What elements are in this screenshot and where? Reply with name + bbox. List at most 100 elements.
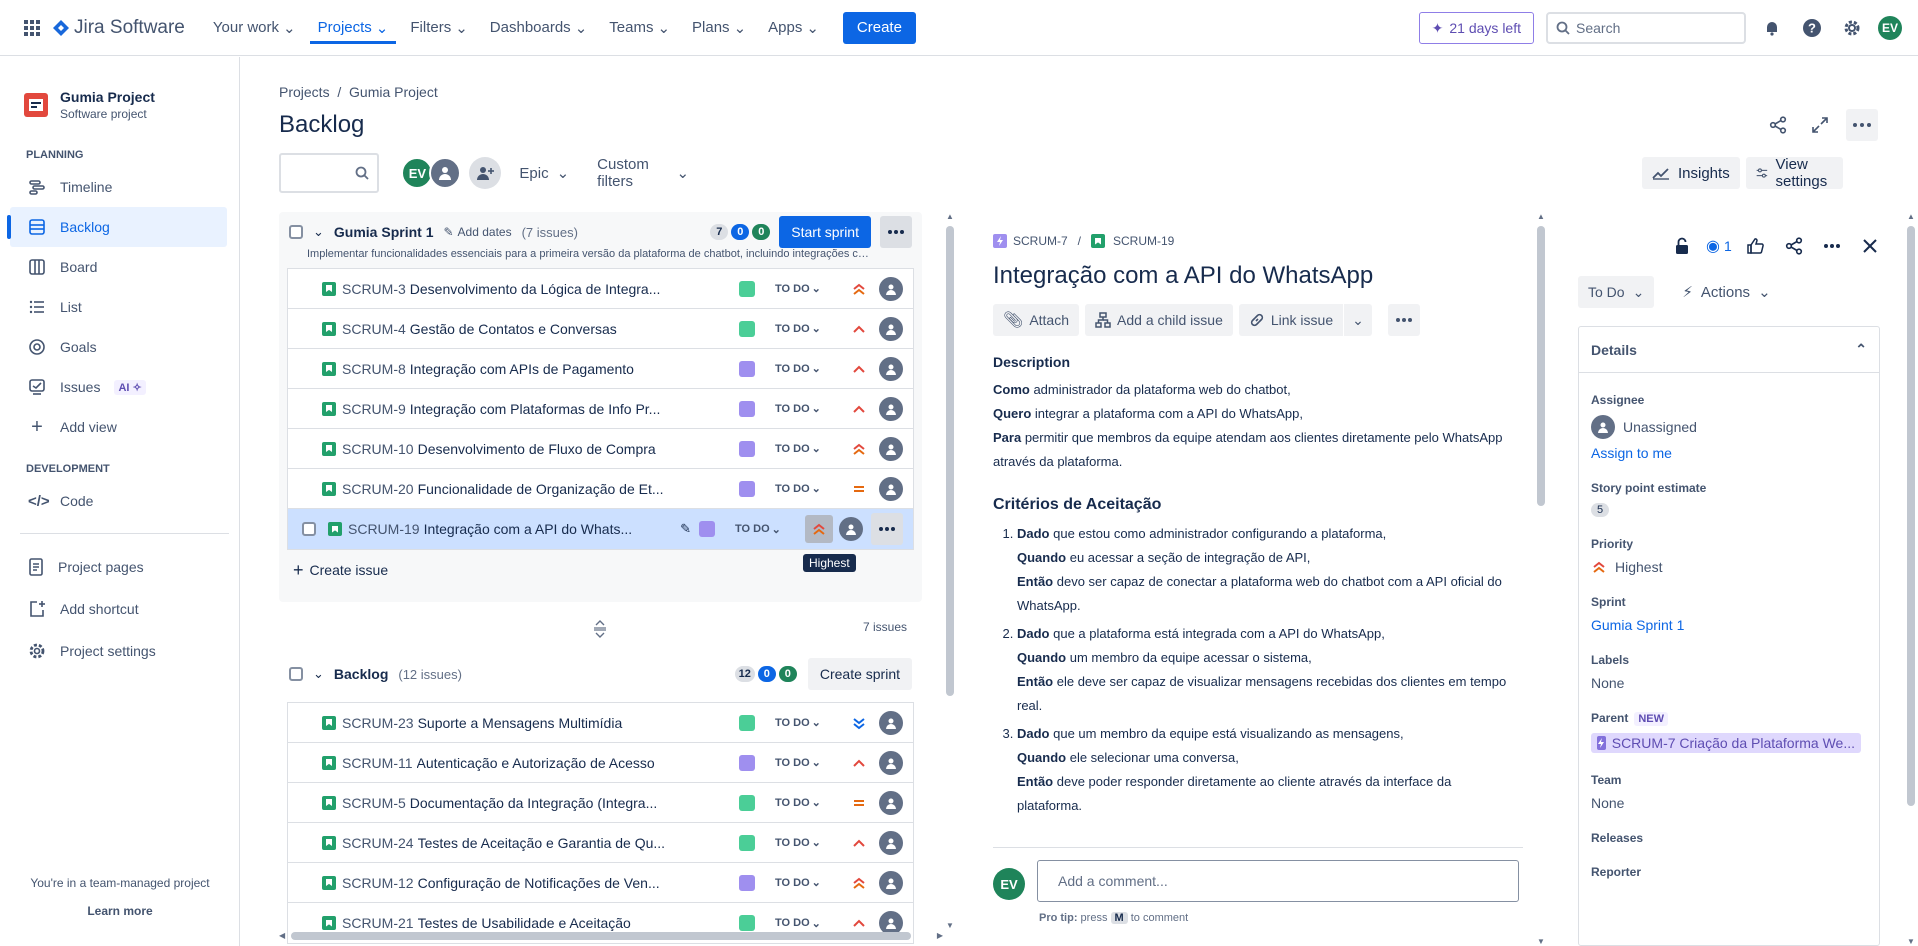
issue-key[interactable]: SCRUM-4 (342, 321, 406, 337)
scrollbar-thumb[interactable] (1537, 226, 1545, 506)
epic-filter-dropdown[interactable]: Epic ⌄ (509, 157, 579, 189)
issue-key[interactable]: SCRUM-21 (342, 915, 414, 931)
status-dropdown[interactable]: To Do ⌄ (1578, 276, 1655, 308)
issue-row[interactable]: SCRUM-9 Integração com Plataformas de Inf… (288, 389, 913, 429)
expand-icon[interactable] (1804, 109, 1836, 141)
issue-summary[interactable]: Integração com Plataformas de Info Pr... (410, 401, 731, 417)
issue-summary[interactable]: Integração com a API do Whats... (424, 521, 673, 537)
epic-color-swatch[interactable] (739, 714, 755, 731)
status-dropdown[interactable]: TO DO ⌄ (775, 836, 835, 850)
app-switcher-icon[interactable] (16, 12, 48, 44)
actions-dropdown[interactable]: ⚡︎ Actions ⌄ (1672, 276, 1780, 308)
issue-key[interactable]: SCRUM-20 (342, 481, 414, 497)
unassigned-avatar[interactable] (879, 356, 903, 381)
details-header[interactable]: Details ⌃ (1579, 327, 1879, 373)
assignee-value[interactable]: Unassigned (1591, 415, 1867, 439)
sidebar-item-timeline[interactable]: Timeline (0, 167, 239, 207)
priority-medium-high-icon[interactable] (845, 749, 873, 777)
status-dropdown[interactable]: TO DO ⌄ (775, 756, 835, 770)
priority-low-icon[interactable] (845, 709, 873, 737)
trial-button[interactable]: ✦ 21 days left (1418, 12, 1534, 44)
priority-value[interactable]: Highest (1591, 559, 1867, 575)
issue-key[interactable]: SCRUM-3 (342, 281, 406, 297)
resize-handle-icon[interactable] (593, 620, 607, 638)
issue-key[interactable]: SCRUM-11 (342, 755, 413, 771)
epic-color-swatch[interactable] (739, 360, 755, 377)
close-icon[interactable] (1856, 232, 1884, 260)
unassigned-avatar[interactable] (879, 476, 903, 501)
details-vertical-scrollbar[interactable]: ▲ ▼ (1904, 212, 1918, 946)
issue-key[interactable]: SCRUM-23 (342, 715, 414, 731)
epic-color-swatch[interactable] (739, 754, 755, 771)
lock-icon[interactable] (1668, 232, 1696, 260)
issue-title[interactable]: Integração com a API do WhatsApp (993, 262, 1513, 290)
issue-key[interactable]: SCRUM-19 (348, 521, 420, 537)
nav-teams[interactable]: Teams ⌄ (601, 12, 678, 44)
priority-medium-icon[interactable] (845, 475, 873, 503)
priority-medium-high-icon[interactable] (845, 355, 873, 383)
epic-color-swatch[interactable] (739, 834, 755, 851)
issue-row[interactable]: SCRUM-20 Funcionalidade de Organização de… (288, 469, 913, 509)
epic-color-swatch[interactable] (739, 280, 755, 297)
sprint-more-icon[interactable] (880, 216, 912, 248)
notifications-icon[interactable] (1758, 14, 1786, 42)
edit-pencil-icon[interactable]: ✎ (680, 521, 691, 537)
parent-value[interactable]: SCRUM-7 Criação da Plataforma We... (1591, 733, 1867, 753)
priority-high-icon[interactable] (845, 435, 873, 463)
search-input[interactable]: Search (1546, 12, 1746, 44)
priority-medium-icon[interactable] (845, 789, 873, 817)
share-icon[interactable] (1762, 109, 1794, 141)
scroll-down-icon[interactable]: ▼ (1907, 937, 1915, 946)
status-dropdown[interactable]: TO DO ⌄ (775, 876, 835, 890)
issue-row[interactable]: SCRUM-19 Integração com a API do Whats...… (288, 509, 913, 549)
unassigned-avatar[interactable] (879, 710, 903, 735)
status-dropdown[interactable]: TO DO ⌄ (775, 796, 835, 810)
issue-summary[interactable]: Autenticação e Autorização de Acesso (417, 755, 731, 771)
priority-high-icon[interactable] (805, 515, 833, 543)
issue-summary[interactable]: Documentação da Integração (Integra... (410, 795, 731, 811)
unassigned-avatar[interactable] (879, 790, 903, 815)
link-issue-button[interactable]: Link issue (1238, 304, 1344, 336)
issue-summary[interactable]: Testes de Usabilidade e Aceitação (418, 915, 731, 931)
learn-more-link[interactable]: Learn more (0, 904, 240, 918)
chevron-down-icon[interactable]: ⌄ (313, 666, 324, 682)
labels-value[interactable]: None (1591, 675, 1867, 691)
issue-row[interactable]: SCRUM-12 Configuração de Notificações de … (288, 863, 913, 903)
scroll-down-icon[interactable]: ▼ (946, 921, 954, 930)
custom-filters-dropdown[interactable]: Custom filters ⌄ (587, 156, 699, 190)
nav-filters[interactable]: Filters ⌄ (402, 12, 475, 44)
user-avatar[interactable]: EV (1878, 16, 1902, 40)
team-value[interactable]: None (1591, 795, 1867, 811)
issue-select-checkbox[interactable] (302, 522, 316, 536)
issue-key[interactable]: SCRUM-8 (342, 361, 406, 377)
unassigned-avatar[interactable] (879, 870, 903, 895)
backlog-vertical-scrollbar[interactable]: ▲ ▼ (944, 212, 956, 930)
add-view-button[interactable]: + Add view (0, 407, 239, 447)
share-icon[interactable] (1780, 232, 1808, 260)
description-body[interactable]: Como administrador da plataforma web do … (993, 378, 1513, 474)
issue-summary[interactable]: Suporte a Mensagens Multimídia (418, 715, 731, 731)
more-icon[interactable] (1818, 232, 1846, 260)
parent-key-link[interactable]: SCRUM-7 (1013, 234, 1068, 248)
nav-apps[interactable]: Apps ⌄ (760, 12, 827, 44)
issue-row[interactable]: SCRUM-24 Testes de Aceitação e Garantia d… (288, 823, 913, 863)
settings-gear-icon[interactable] (1838, 14, 1866, 42)
epic-color-swatch[interactable] (699, 521, 715, 537)
issue-summary[interactable]: Desenvolvimento de Fluxo de Compra (418, 441, 731, 457)
epic-color-swatch[interactable] (739, 915, 755, 931)
status-dropdown[interactable]: TO DO ⌄ (775, 322, 835, 336)
create-button[interactable]: Create (842, 11, 916, 44)
priority-medium-high-icon[interactable] (845, 395, 873, 423)
issue-key[interactable]: SCRUM-12 (342, 875, 414, 891)
nav-plans[interactable]: Plans ⌄ (684, 12, 754, 44)
sidebar-item-project-pages[interactable]: Project pages (0, 546, 239, 588)
more-actions-icon[interactable] (1387, 304, 1420, 336)
issue-summary[interactable]: Gestão de Contatos e Conversas (410, 321, 731, 337)
issue-row[interactable]: SCRUM-4 Gestão de Contatos e Conversas TO … (288, 309, 913, 349)
breadcrumb-projects[interactable]: Projects (279, 84, 330, 100)
status-dropdown[interactable]: TO DO ⌄ (775, 716, 835, 730)
scroll-up-icon[interactable]: ▲ (946, 212, 954, 221)
scroll-up-icon[interactable]: ▲ (1907, 212, 1915, 221)
watch-button[interactable]: ◉ 1 (1706, 236, 1732, 256)
epic-color-swatch[interactable] (739, 320, 755, 337)
